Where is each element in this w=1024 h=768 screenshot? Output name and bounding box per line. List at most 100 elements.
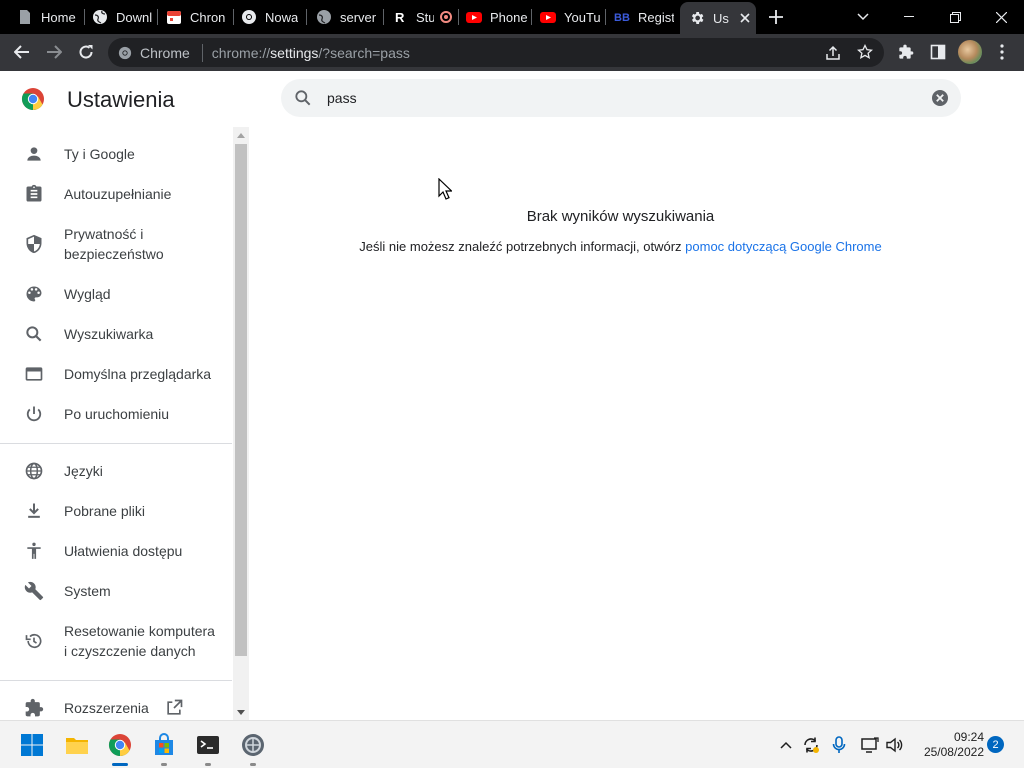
- tab-nowa[interactable]: Nowa: [241, 0, 301, 34]
- download-icon: [28, 503, 40, 518]
- volume-icon[interactable]: [885, 735, 905, 755]
- tab-chron[interactable]: Chron: [166, 0, 226, 34]
- sidebar-item-label: Resetowanie komputera: [64, 623, 215, 639]
- chrome-logo-icon: [22, 88, 44, 110]
- profile-avatar[interactable]: [958, 40, 982, 64]
- sidebar-item-default-browser[interactable]: Domyślna przeglądarka: [0, 364, 232, 384]
- sidebar-item-appearance[interactable]: Wygląd: [0, 284, 232, 304]
- sidebar-item-search-engine[interactable]: Wyszukiwarka: [0, 324, 232, 344]
- omnibox-divider: [201, 43, 203, 62]
- url-path: /?search=pass: [318, 44, 410, 61]
- address-bar[interactable]: Chrome chrome://settings/?search=pass: [108, 38, 884, 67]
- sidebar-item-label: Rozszerzenia: [64, 700, 149, 716]
- sidebar-item-label: Ty i Google: [64, 146, 135, 162]
- taskbar-indicator: [250, 763, 256, 766]
- url-host: settings: [270, 44, 319, 61]
- palette-icon: [26, 286, 42, 302]
- settings-sidebar: Ty i Google Autouzupełnianie Prywatność …: [0, 127, 232, 720]
- sidebar-item-label: Domyślna przeglądarka: [64, 366, 212, 382]
- sidebar-item-autofill[interactable]: Autouzupełnianie: [0, 184, 232, 204]
- clipboard-icon: [26, 184, 42, 202]
- tab-separator: [383, 9, 384, 25]
- sidebar-item-reset[interactable]: Resetowanie komputera i czyszczenie dany…: [0, 621, 232, 661]
- sidebar-item-accessibility[interactable]: Ułatwienia dostępu: [0, 541, 232, 561]
- gear-icon: [689, 10, 705, 26]
- tab-title: server: [340, 9, 377, 25]
- settings-search-box[interactable]: pass: [281, 79, 961, 117]
- new-tab-button[interactable]: [765, 7, 787, 27]
- tab-title: Regist: [638, 9, 674, 25]
- sidebar-item-system[interactable]: System: [0, 581, 232, 601]
- accessibility-icon: [27, 542, 41, 559]
- tab-youtube[interactable]: YouTu: [540, 0, 600, 34]
- scroll-down-arrow[interactable]: [233, 704, 249, 720]
- show-hidden-icons-chevron[interactable]: [776, 735, 796, 755]
- sidebar-item-on-startup[interactable]: Po uruchomieniu: [0, 404, 232, 424]
- tab-separator: [458, 9, 459, 25]
- tab-phone[interactable]: Phone: [466, 0, 528, 34]
- terminal-icon[interactable]: [196, 733, 220, 757]
- sidebar-item-label: Pobrane pliki: [64, 503, 145, 519]
- close-window-button[interactable]: [978, 0, 1024, 34]
- tab-register[interactable]: BB Regist: [614, 0, 674, 34]
- tab-title: Us: [713, 10, 729, 26]
- sidebar-item-extensions[interactable]: Rozszerzenia: [0, 698, 232, 718]
- close-tab-icon[interactable]: [737, 10, 753, 26]
- browser-toolbar: Chrome chrome://settings/?search=pass: [0, 34, 1024, 71]
- tab-title: YouTu: [564, 9, 600, 25]
- tab-home[interactable]: Home: [17, 0, 81, 34]
- wrench-icon: [24, 581, 44, 601]
- menu-button[interactable]: [988, 38, 1016, 66]
- share-icon[interactable]: [825, 45, 841, 66]
- tab-search-button[interactable]: [840, 0, 886, 34]
- bookmark-star-icon[interactable]: [856, 43, 874, 65]
- shield-icon: [26, 234, 42, 254]
- person-icon: [27, 147, 41, 161]
- sync-icon[interactable]: [801, 735, 821, 755]
- tab-separator: [605, 9, 606, 25]
- puzzle-icon: [25, 698, 44, 717]
- chrome-help-link[interactable]: pomoc dotyczącą Google Chrome: [685, 239, 882, 254]
- site-chip[interactable]: Chrome: [118, 45, 190, 61]
- notification-badge[interactable]: 2: [987, 736, 1004, 753]
- sidebar-item-privacy[interactable]: Prywatność i bezpieczeństwo: [0, 224, 232, 264]
- extensions-button[interactable]: [892, 38, 920, 66]
- sidebar-item-label: Wyszukiwarka: [64, 326, 154, 342]
- windows-start-icon[interactable]: [20, 733, 44, 757]
- network-icon[interactable]: [860, 735, 880, 755]
- restore-button[interactable]: [932, 0, 978, 34]
- microsoft-store-icon[interactable]: [152, 733, 176, 757]
- url-text[interactable]: chrome://settings/?search=pass: [212, 45, 410, 61]
- back-button[interactable]: [8, 38, 36, 66]
- taskbar-clock[interactable]: 09:24 25/08/2022: [906, 730, 984, 760]
- tab-title: Downl: [116, 9, 152, 25]
- history-icon: [25, 633, 42, 649]
- minimize-button[interactable]: [886, 0, 932, 34]
- sidebar-item-languages[interactable]: Języki: [0, 461, 232, 481]
- search-input[interactable]: pass: [327, 90, 357, 106]
- chrome-taskbar-icon[interactable]: [108, 733, 132, 757]
- svg-text:BB: BB: [614, 12, 630, 24]
- sidebar-item-you-and-google[interactable]: Ty i Google: [0, 144, 232, 164]
- calendar-icon: [166, 9, 182, 25]
- site-chip-label: Chrome: [140, 44, 190, 61]
- tab-studio[interactable]: R Stu: [392, 0, 452, 34]
- tab-download[interactable]: Downl: [92, 0, 152, 34]
- tab-server[interactable]: server: [316, 0, 380, 34]
- scroll-up-arrow[interactable]: [233, 127, 249, 143]
- side-panel-button[interactable]: [924, 38, 952, 66]
- sidebar-item-downloads[interactable]: Pobrane pliki: [0, 501, 232, 521]
- sidebar-item-label-line2: bezpieczeństwo: [64, 246, 164, 262]
- network-globe-app-icon[interactable]: [241, 733, 265, 757]
- microphone-icon[interactable]: [829, 735, 849, 755]
- tab-settings-active[interactable]: Us: [680, 2, 756, 34]
- clock-time: 09:24: [953, 730, 984, 744]
- forward-button[interactable]: [40, 38, 68, 66]
- file-explorer-icon[interactable]: [65, 733, 89, 757]
- clear-search-icon[interactable]: [931, 89, 949, 107]
- scrollbar-thumb[interactable]: [235, 144, 247, 656]
- sidebar-divider: [0, 680, 232, 681]
- tab-title: Nowa: [265, 9, 299, 25]
- sidebar-scrollbar[interactable]: [233, 127, 249, 720]
- reload-button[interactable]: [72, 38, 100, 66]
